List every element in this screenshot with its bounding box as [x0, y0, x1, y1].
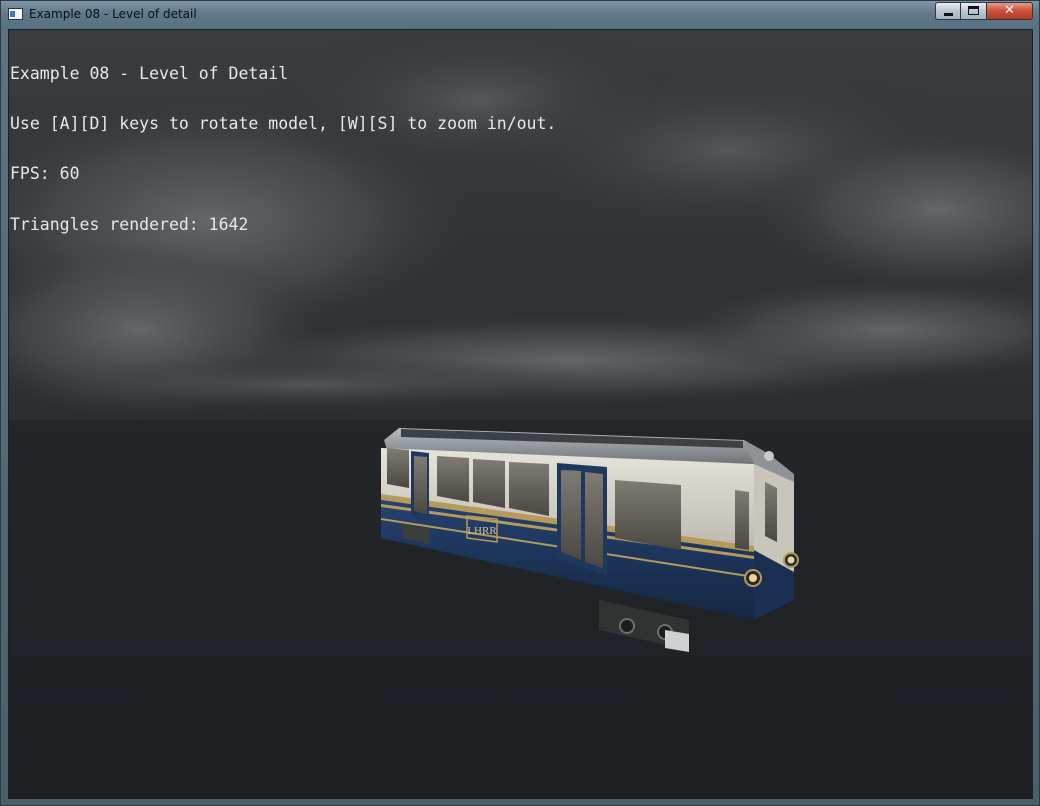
hud-fps: FPS: 60	[10, 164, 80, 184]
window-title: Example 08 - Level of detail	[29, 7, 197, 21]
hud-overlay: Example 08 - Level of Detail Use [A][D] …	[10, 32, 556, 267]
maximize-icon	[968, 6, 979, 15]
title-bar[interactable]: Example 08 - Level of detail ✕	[1, 1, 1039, 29]
app-window: Example 08 - Level of detail ✕ LHRR Exam…	[0, 0, 1040, 806]
hud-controls-hint: Use [A][D] keys to rotate model, [W][S] …	[10, 113, 557, 133]
minimize-icon	[944, 13, 953, 16]
close-button[interactable]: ✕	[987, 2, 1033, 20]
caption-buttons: ✕	[935, 2, 1033, 21]
hud-title: Example 08 - Level of Detail	[10, 63, 289, 83]
close-icon: ✕	[1004, 3, 1015, 18]
app-window-icon[interactable]	[8, 8, 23, 20]
minimize-button[interactable]	[935, 2, 961, 20]
hud-triangle-count: Triangles rendered: 1642	[10, 214, 249, 234]
maximize-button[interactable]	[961, 2, 987, 20]
render-viewport[interactable]: LHRR Example 08 - Level of Detail Use [A…	[8, 29, 1033, 799]
tram-emblem: LHRR	[467, 525, 497, 537]
